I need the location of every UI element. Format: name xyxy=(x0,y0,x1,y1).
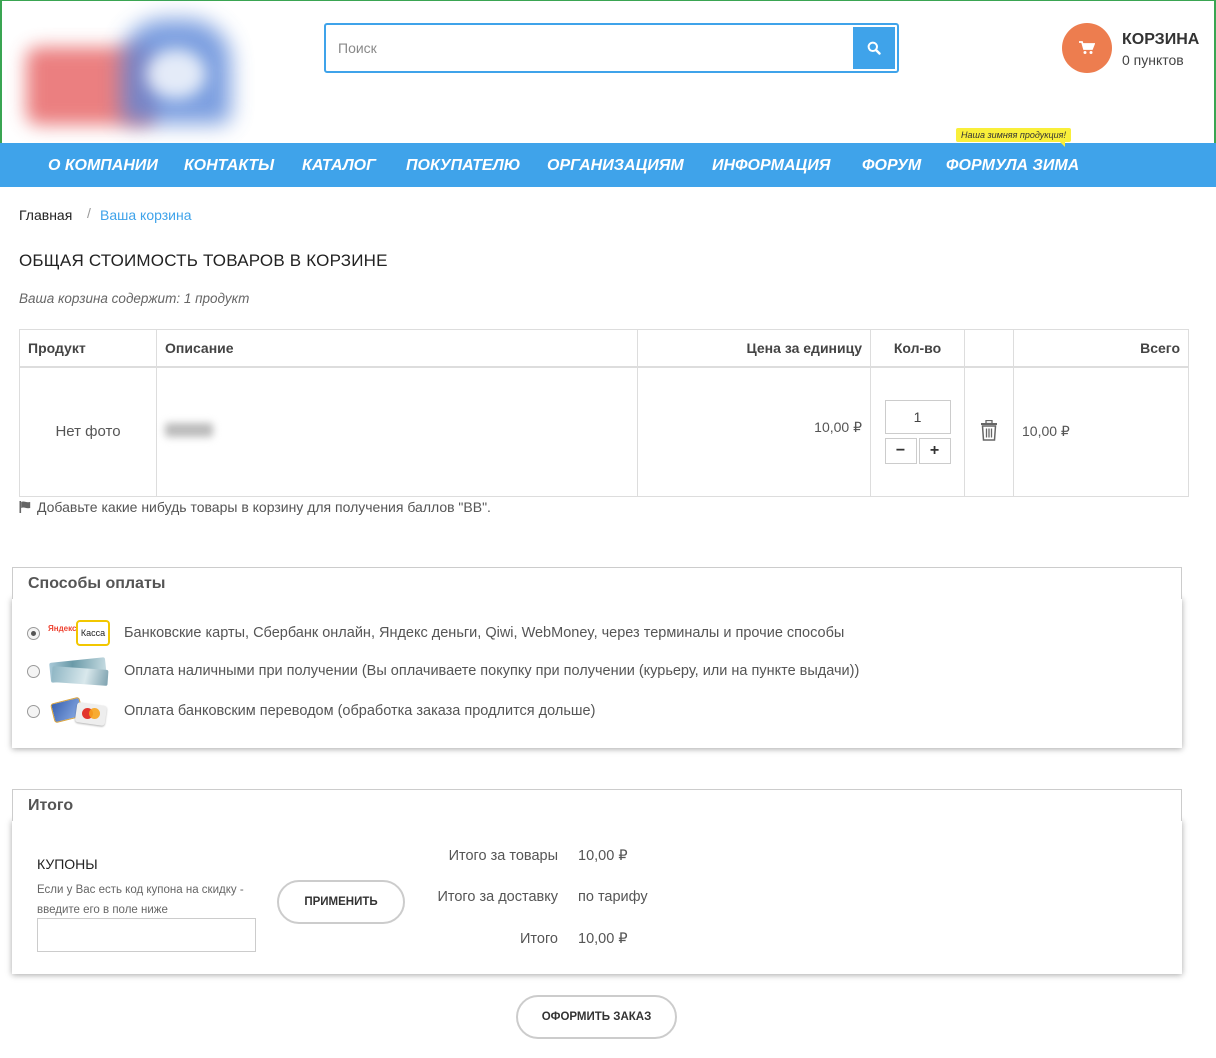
cart-table: Продукт Описание Цена за единицу Кол-во … xyxy=(19,329,1189,497)
table-header-row: Продукт Описание Цена за единицу Кол-во … xyxy=(19,329,1189,368)
product-qty-cell: 1 − + xyxy=(870,366,965,497)
breadcrumb-current[interactable]: Ваша корзина xyxy=(100,207,192,223)
nav-item-info[interactable]: ИНФОРМАЦИЯ xyxy=(712,157,830,175)
payment-option-yandex[interactable]: Яндекс Касса Банковские карты, Сбербанк … xyxy=(27,618,844,648)
payment-radio-1[interactable] xyxy=(27,626,40,640)
payment-radio-2[interactable] xyxy=(27,664,40,678)
product-photo-placeholder: Нет фото xyxy=(19,366,157,497)
quantity-decrease-button[interactable]: − xyxy=(884,437,917,464)
quantity-increase-button[interactable]: + xyxy=(918,437,951,464)
coupon-hint: Если у Вас есть код купона на скидку - в… xyxy=(37,884,244,916)
checkout-button[interactable]: ОФОРМИТЬ ЗАКАЗ xyxy=(516,995,677,1039)
search-button[interactable] xyxy=(853,27,895,69)
grand-total-label: Итого xyxy=(520,931,558,947)
payment-label-2[interactable]: Оплата наличными при получении (Вы оплач… xyxy=(124,663,859,679)
nav-item-formula-winter[interactable]: ФОРМУЛА ЗИМА xyxy=(946,157,1079,175)
cart-button[interactable] xyxy=(1062,23,1112,73)
product-total: 10,00 ₽ xyxy=(1013,366,1189,497)
totals-panel: КУПОНЫ Если у Вас есть код купона на ски… xyxy=(12,820,1182,974)
cart-title[interactable]: КОРЗИНА xyxy=(1122,31,1199,49)
coupon-input[interactable] xyxy=(37,918,256,952)
col-header-delete xyxy=(964,329,1014,368)
bonus-note-text: Добавьте какие нибудь товары в корзину д… xyxy=(37,499,491,515)
payment-option-transfer[interactable]: Оплата банковским переводом (обработка з… xyxy=(27,696,595,726)
payment-label-3[interactable]: Оплата банковским переводом (обработка з… xyxy=(124,703,595,719)
breadcrumb-home[interactable]: Главная xyxy=(19,207,72,223)
items-total-value: 10,00 ₽ xyxy=(578,848,628,864)
nav-item-buyer[interactable]: ПОКУПАТЕЛЮ xyxy=(406,157,520,175)
page-title: ОБЩАЯ СТОИМОСТЬ ТОВАРОВ В КОРЗИНЕ xyxy=(19,251,388,270)
quantity-input[interactable]: 1 xyxy=(884,399,951,434)
payment-radio-3[interactable] xyxy=(27,704,40,718)
search-icon xyxy=(867,41,881,55)
site-logo[interactable] xyxy=(26,19,232,129)
payment-label-1[interactable]: Банковские карты, Сбербанк онлайн, Яндек… xyxy=(124,625,844,641)
product-unit-price: 10,00 ₽ xyxy=(637,366,871,497)
table-row: Нет фото 10,00 ₽ 1 − + 10,00 ₽ xyxy=(19,366,1189,497)
promo-badge: Наша зимняя продукция! xyxy=(956,128,1071,147)
delivery-total-label: Итого за доставку xyxy=(437,889,558,905)
totals-panel-header: Итого xyxy=(12,789,1182,821)
col-header-description: Описание xyxy=(156,329,638,368)
trash-icon[interactable] xyxy=(980,419,998,441)
site-header: КОРЗИНА 0 пунктов xyxy=(0,0,1216,143)
yandex-kassa-logo: Яндекс Касса xyxy=(46,618,110,648)
nav-item-organizations[interactable]: ОРГАНИЗАЦИЯМ xyxy=(547,157,684,175)
cart-summary: Ваша корзина содержит: 1 продукт xyxy=(19,291,250,306)
product-description xyxy=(156,366,638,497)
payment-panel-header: Способы оплаты xyxy=(12,567,1182,599)
breadcrumb-separator: / xyxy=(87,205,91,221)
payment-panel: Яндекс Касса Банковские карты, Сбербанк … xyxy=(12,598,1182,748)
cart-points: 0 пунктов xyxy=(1122,52,1184,68)
col-header-total: Всего xyxy=(1013,329,1189,368)
banknotes-icon xyxy=(46,656,110,686)
nav-item-forum[interactable]: ФОРУМ xyxy=(862,157,921,175)
col-header-unit-price: Цена за единицу xyxy=(637,329,871,368)
col-header-product: Продукт xyxy=(19,329,157,368)
coupons-title: КУПОНЫ xyxy=(37,856,98,872)
nav-item-contacts[interactable]: КОНТАКТЫ xyxy=(184,157,274,175)
main-nav: О КОМПАНИИ КОНТАКТЫ КАТАЛОГ ПОКУПАТЕЛЮ О… xyxy=(0,143,1216,187)
grand-total-value: 10,00 ₽ xyxy=(578,931,628,947)
nav-item-about[interactable]: О КОМПАНИИ xyxy=(48,157,158,175)
search-input[interactable] xyxy=(338,35,838,61)
search-box xyxy=(324,23,899,73)
flag-icon xyxy=(19,501,31,513)
shopping-cart-icon xyxy=(1079,41,1095,54)
product-name-blurred[interactable] xyxy=(165,423,213,438)
bank-cards-icon xyxy=(46,696,110,726)
payment-title: Способы оплаты xyxy=(28,575,166,592)
totals-title: Итого xyxy=(28,797,74,814)
delivery-total-value: по тарифу xyxy=(578,889,648,905)
bonus-note: Добавьте какие нибудь товары в корзину д… xyxy=(19,499,491,515)
nav-item-catalog[interactable]: КАТАЛОГ xyxy=(302,157,376,175)
delete-cell xyxy=(964,366,1014,497)
col-header-qty: Кол-во xyxy=(870,329,965,368)
payment-option-cash[interactable]: Оплата наличными при получении (Вы оплач… xyxy=(27,656,859,686)
items-total-label: Итого за товары xyxy=(448,848,558,864)
